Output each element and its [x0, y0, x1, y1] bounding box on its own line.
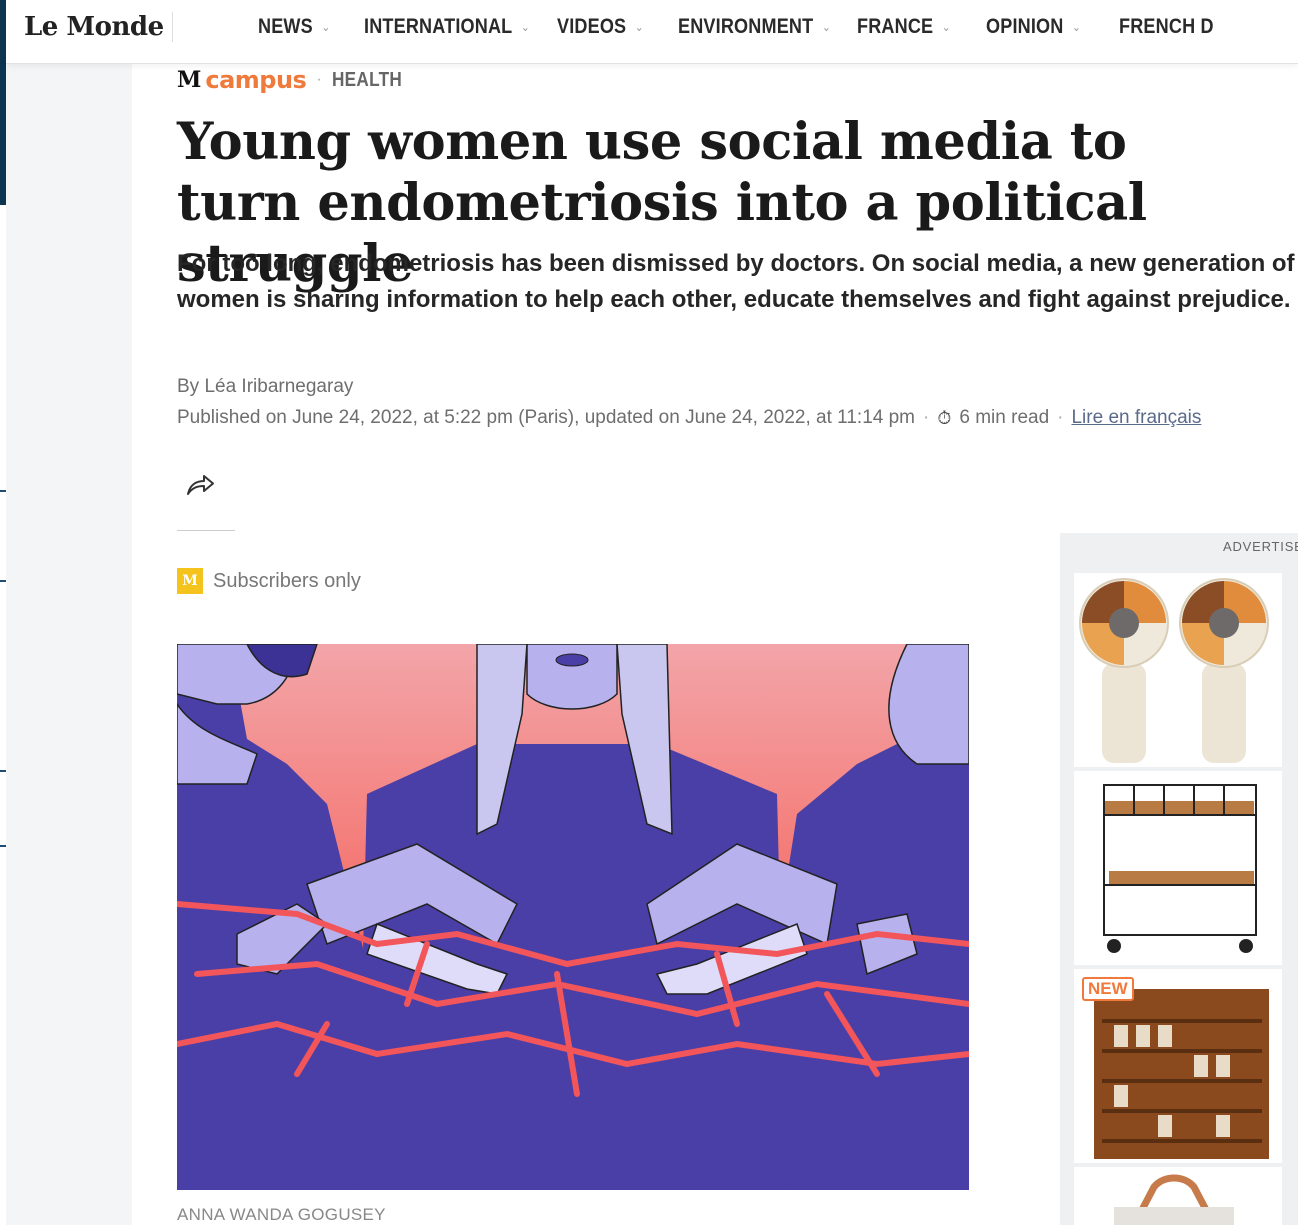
tumbler-snack-tray-image [1079, 578, 1269, 763]
subscribers-label: Subscribers only [213, 569, 361, 592]
chevron-down-icon: ⌄ [821, 20, 831, 34]
nav-item-label: FRANCE [857, 15, 934, 38]
ad-product-tumbler[interactable] [1074, 573, 1282, 767]
ad-product-shoe-cabinet[interactable]: NEW [1074, 969, 1282, 1163]
stopwatch-icon: ⏱ [937, 407, 952, 428]
subscriber-m-icon: M [177, 568, 203, 594]
image-credit: ANNA WANDA GOGUSEY [177, 1205, 386, 1224]
nav-item-opinion[interactable]: OPINION ⌄ [986, 15, 1081, 39]
women-linked-arms-illustration [177, 644, 969, 1190]
new-badge: NEW [1082, 977, 1134, 1001]
rolling-bar-cart-image [1103, 784, 1257, 953]
article-lead: For too long, endometriosis has been dis… [177, 250, 1295, 313]
nav-item-label: ENVIRONMENT [677, 15, 814, 38]
nav-item-label: INTERNATIONAL [364, 15, 513, 38]
meta-separator: · [1057, 407, 1064, 428]
read-time: 6 min read [959, 407, 1050, 428]
published-date: Published on June 24, 2022, at 5:22 pm (… [177, 407, 915, 428]
kicker-separator: · [316, 71, 322, 88]
meta-separator: · [923, 407, 930, 428]
chevron-down-icon: ⌄ [521, 20, 530, 34]
lire-en-francais-link[interactable]: Lire en français [1071, 407, 1201, 429]
site-header: Le Monde NEWS ⌄ INTERNATIONAL ⌄ VIDEOS ⌄ EN… [6, 0, 1298, 64]
chevron-down-icon: ⌄ [634, 20, 644, 34]
nav-item-international[interactable]: INTERNATIONAL ⌄ [364, 15, 530, 39]
advertisement-panel[interactable]: ADVERTISE NEW [1060, 533, 1298, 1225]
ad-product-bar-cart[interactable] [1074, 771, 1282, 965]
article-hero-illustration [177, 644, 969, 1190]
share-arrow-icon [187, 475, 214, 495]
nav-item-label: NEWS [258, 15, 313, 38]
m-logo-icon: M [177, 67, 202, 93]
nav-item-label: VIDEOS [556, 15, 627, 38]
share-button[interactable] [184, 470, 218, 500]
publication-meta: Published on June 24, 2022, at 5:22 pm (… [177, 407, 1201, 429]
ad-product-storage-bag[interactable] [1074, 1167, 1282, 1225]
left-gutter [6, 64, 132, 1225]
storage-bag-image [1114, 1174, 1234, 1225]
section-link[interactable]: HEALTH [332, 69, 402, 92]
nav-item-news[interactable]: NEWS ⌄ [258, 15, 330, 39]
nav-item-label: FRENCH D [1118, 15, 1214, 38]
chevron-down-icon: ⌄ [942, 20, 952, 34]
subscribers-only-tag: M Subscribers only [177, 568, 361, 594]
le-monde-logo[interactable]: Le Monde [24, 12, 164, 42]
advertisement-label: ADVERTISE [1223, 539, 1298, 554]
nav-item-france[interactable]: FRANCE ⌄ [857, 15, 951, 39]
nav-item-french[interactable]: FRENCH D [1119, 15, 1214, 39]
article-kicker: M campus · HEALTH [177, 66, 413, 94]
header-divider [172, 12, 173, 42]
chevron-down-icon: ⌄ [1072, 20, 1082, 34]
nav-item-label: OPINION [986, 15, 1064, 38]
share-divider [177, 530, 235, 531]
nav-item-videos[interactable]: VIDEOS ⌄ [557, 15, 644, 39]
chevron-down-icon: ⌄ [321, 20, 331, 34]
campus-brand[interactable]: campus [205, 66, 306, 94]
byline: By Léa Iribarnegaray [177, 376, 354, 397]
nav-item-environment[interactable]: ENVIRONMENT ⌄ [678, 15, 831, 39]
main-nav: NEWS ⌄ INTERNATIONAL ⌄ VIDEOS ⌄ ENVIRONMENT… [258, 0, 1259, 54]
